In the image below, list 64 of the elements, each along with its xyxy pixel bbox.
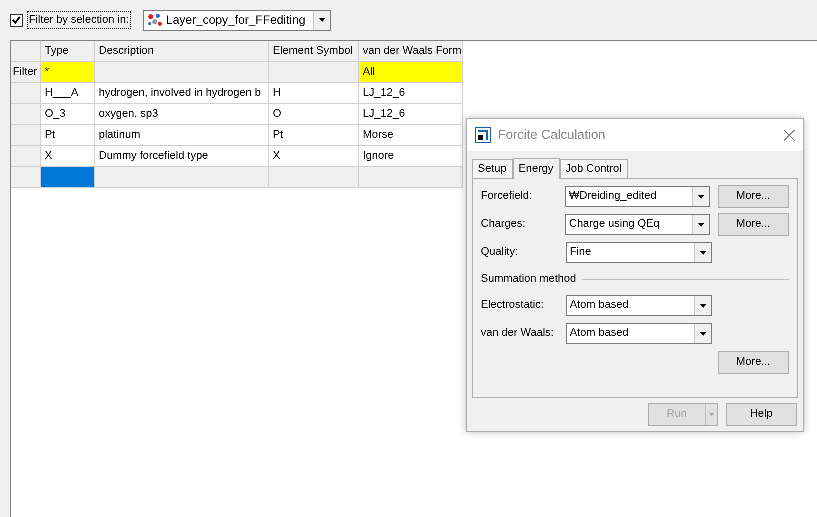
caret-icon bbox=[700, 250, 706, 254]
row-header[interactable] bbox=[11, 125, 41, 146]
dropdown[interactable]: Atom based bbox=[566, 295, 712, 316]
row-header[interactable] bbox=[11, 104, 41, 125]
field-label: Electrostatic: bbox=[481, 298, 545, 314]
layer-dropdown[interactable]: Layer_copy_for_FFediting bbox=[143, 10, 332, 30]
table-cell: Morse bbox=[359, 125, 463, 146]
dropdown[interactable]: ₩Dreiding_edited bbox=[565, 186, 710, 207]
tab[interactable]: Job Control bbox=[560, 159, 628, 178]
tab[interactable]: Energy bbox=[512, 158, 560, 179]
table-cell: hydrogen, involved in hydrogen b bbox=[95, 83, 269, 104]
table-cell: O_3 bbox=[41, 104, 95, 125]
checkbox-label: Filter by selection in: bbox=[27, 10, 132, 30]
close-icon[interactable] bbox=[784, 130, 795, 140]
table-cell: Pt bbox=[41, 125, 95, 146]
new-row-cell[interactable] bbox=[41, 167, 95, 188]
new-row-cell[interactable] bbox=[359, 167, 463, 188]
more-button[interactable]: More... bbox=[718, 185, 789, 208]
row-header[interactable] bbox=[11, 83, 41, 104]
table-cell: platinum bbox=[95, 125, 269, 146]
filter-cell[interactable]: * bbox=[41, 62, 95, 83]
field-label: Forcefield: bbox=[481, 189, 534, 204]
filter-cell[interactable]: All bbox=[359, 62, 463, 83]
row-header[interactable] bbox=[11, 167, 41, 188]
row-header: Filter bbox=[11, 62, 41, 83]
window-title: Forcite Calculation bbox=[498, 126, 607, 144]
help-button[interactable]: Help bbox=[726, 403, 797, 426]
caret-icon bbox=[698, 222, 704, 226]
caret-icon bbox=[700, 304, 706, 308]
new-row-cell[interactable] bbox=[269, 167, 359, 188]
table-corner-cell bbox=[11, 41, 41, 62]
molecule-icon bbox=[147, 13, 164, 27]
table-cell: H___A bbox=[41, 83, 95, 104]
new-row-cell[interactable] bbox=[95, 167, 269, 188]
dropdown[interactable]: Fine bbox=[566, 242, 712, 263]
table-cell: O bbox=[269, 104, 359, 125]
table-cell: oxygen, sp3 bbox=[95, 104, 269, 125]
tab[interactable]: Setup bbox=[472, 159, 513, 178]
caret-icon bbox=[318, 18, 326, 22]
layer-name: Layer_copy_for_FFediting bbox=[166, 12, 307, 29]
column-header[interactable]: van der Waals Form bbox=[359, 41, 463, 62]
caret-icon bbox=[698, 194, 704, 198]
table-cell: H bbox=[269, 83, 359, 104]
filter-cell[interactable] bbox=[95, 62, 269, 83]
checkbox[interactable] bbox=[10, 14, 23, 26]
field-label: Quality: bbox=[481, 245, 520, 260]
field-label: Charges: bbox=[481, 217, 527, 232]
caret-icon bbox=[700, 332, 706, 336]
field-label: van der Waals: bbox=[481, 326, 555, 342]
dropdown[interactable]: Atom based bbox=[566, 323, 712, 344]
row-header[interactable] bbox=[11, 146, 41, 167]
caret-icon bbox=[708, 413, 714, 416]
table-cell: LJ_12_6 bbox=[359, 104, 463, 125]
section-heading: Summation method bbox=[481, 272, 576, 287]
table-cell: Pt bbox=[269, 125, 359, 146]
more-button[interactable]: More... bbox=[718, 213, 789, 236]
filter-cell[interactable] bbox=[269, 62, 359, 83]
table-cell: LJ_12_6 bbox=[359, 83, 463, 104]
dropdown[interactable]: Charge using QEq bbox=[565, 214, 710, 235]
column-header[interactable]: Type bbox=[41, 41, 95, 62]
column-header[interactable]: Description bbox=[95, 41, 269, 62]
more-button[interactable]: More... bbox=[718, 351, 789, 374]
app-icon bbox=[475, 127, 491, 143]
column-header[interactable]: Element Symbol bbox=[269, 41, 359, 62]
